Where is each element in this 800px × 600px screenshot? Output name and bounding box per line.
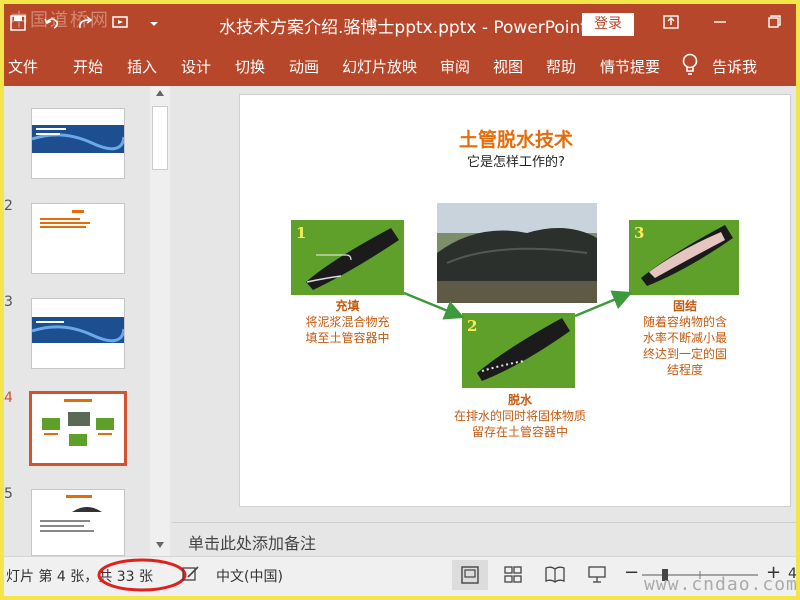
scroll-up-icon[interactable] <box>150 86 170 104</box>
tab-review[interactable]: 审阅 <box>440 56 470 77</box>
normal-view-icon[interactable] <box>452 560 488 590</box>
minimize-icon[interactable] <box>712 13 728 33</box>
watermark-bottom: www.cndao.com <box>644 574 798 595</box>
tab-file[interactable]: 文件 <box>8 56 38 77</box>
slide-thumbnail-1[interactable] <box>31 108 126 179</box>
tab-slideshow[interactable]: 幻灯片放映 <box>342 56 417 77</box>
tab-transitions[interactable]: 切换 <box>235 56 265 77</box>
reading-view-icon[interactable] <box>544 563 568 585</box>
slide-thumbnail-4-selected[interactable] <box>29 391 127 466</box>
spellcheck-icon[interactable] <box>180 563 204 585</box>
ribbon-display-icon[interactable] <box>662 13 680 35</box>
tab-view[interactable]: 视图 <box>493 56 523 77</box>
highlight-circle <box>97 558 187 592</box>
slide-number-2: 2 <box>4 198 13 214</box>
lightbulb-icon[interactable] <box>680 52 700 78</box>
undo-icon[interactable] <box>42 14 62 34</box>
restore-icon[interactable] <box>766 13 782 33</box>
quick-access-toolbar <box>8 12 164 36</box>
powerpoint-window: 中国道桥网 水技术方案介绍.骆博士pptx.pptx - PowerPoint … <box>0 0 800 600</box>
language-status[interactable]: 中文(中国) <box>216 566 283 586</box>
tab-design[interactable]: 设计 <box>181 56 211 77</box>
tab-insert[interactable]: 插入 <box>127 56 157 77</box>
flow-arrows <box>403 290 633 320</box>
title-bar: 中国道桥网 水技术方案介绍.骆博士pptx.pptx - PowerPoint … <box>4 4 796 44</box>
save-icon[interactable] <box>8 14 28 34</box>
ribbon-tabs: 文件 开始 插入 设计 切换 动画 幻灯片放映 审阅 视图 帮助 情节提要 告诉… <box>4 44 796 86</box>
login-button[interactable]: 登录 <box>582 13 634 36</box>
zoom-out-button[interactable]: − <box>624 562 639 583</box>
tab-help[interactable]: 帮助 <box>546 56 576 77</box>
slideshow-view-icon[interactable] <box>586 563 610 585</box>
present-icon[interactable] <box>110 14 130 34</box>
qat-dropdown-icon[interactable] <box>144 14 164 34</box>
tab-home[interactable]: 开始 <box>73 56 103 77</box>
notes-placeholder[interactable]: 单击此处添加备注 <box>188 530 316 554</box>
notes-pane[interactable]: 单击此处添加备注 <box>172 522 796 556</box>
scrollbar-thumb[interactable] <box>152 106 168 170</box>
thumbnail-scrollbar[interactable] <box>150 86 170 556</box>
slide-thumbnail-3[interactable] <box>31 298 126 369</box>
slide-number-4: 4 <box>4 390 13 406</box>
slide-number-3: 3 <box>4 294 13 310</box>
slide-canvas[interactable]: 土管脱水技术 它是怎样工作的? 1 充填 将泥浆混合物充 填至土管容器中 2 脱… <box>239 94 791 507</box>
tab-storyboard[interactable]: 情节提要 <box>600 56 660 77</box>
slide-thumbnail-pane: 2 3 4 5 <box>4 86 172 556</box>
slide-number-5: 5 <box>4 486 13 502</box>
slide-thumbnail-2[interactable] <box>31 203 125 274</box>
tab-animations[interactable]: 动画 <box>289 56 319 77</box>
slide-thumbnail-5[interactable] <box>31 489 125 556</box>
document-title: 水技术方案介绍.骆博士pptx.pptx - PowerPoint <box>219 18 587 38</box>
slide-sorter-icon[interactable] <box>502 563 526 585</box>
redo-icon[interactable] <box>76 14 96 34</box>
slide-editor: 土管脱水技术 它是怎样工作的? 1 充填 将泥浆混合物充 填至土管容器中 2 脱… <box>172 86 796 522</box>
tell-me-label[interactable]: 告诉我 <box>712 56 757 77</box>
